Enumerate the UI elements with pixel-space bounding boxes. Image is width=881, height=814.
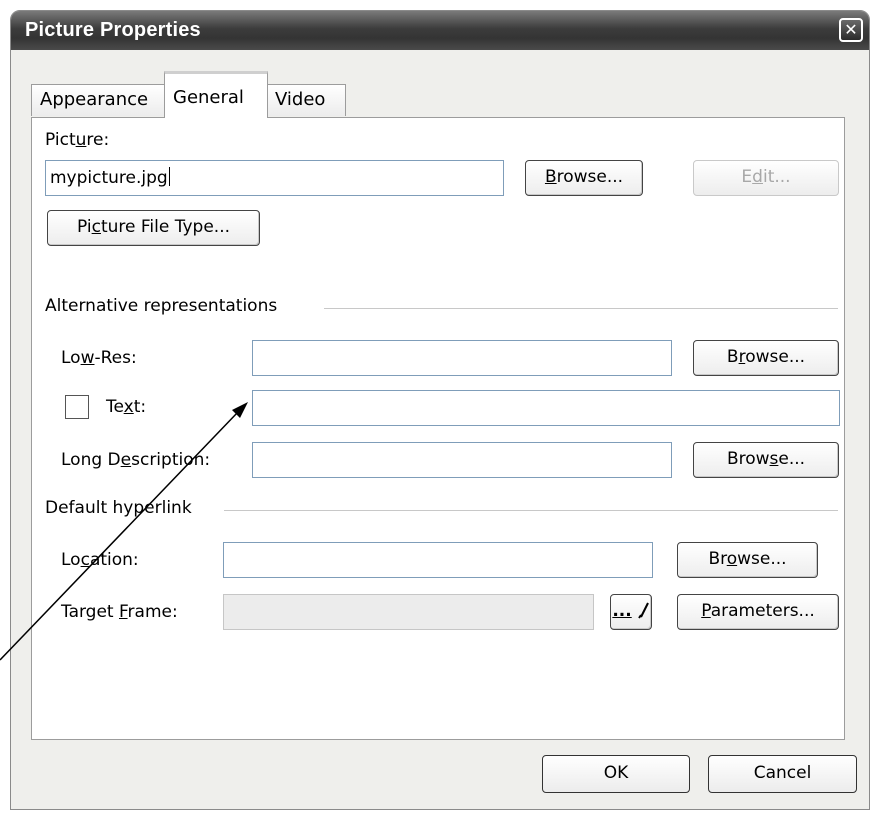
target-frame-input[interactable] [223, 594, 594, 630]
close-button[interactable]: ✕ [839, 18, 863, 42]
group-divider [324, 308, 838, 309]
location-browse-button[interactable]: Browse... [677, 542, 818, 578]
long-description-input[interactable] [252, 442, 672, 478]
close-icon: ✕ [844, 20, 858, 39]
alternative-representations-heading: Alternative representations [45, 296, 278, 316]
default-hyperlink-heading: Default hyperlink [45, 498, 192, 518]
tab-video[interactable]: Video [266, 84, 346, 116]
group-divider [224, 510, 838, 511]
picture-properties-dialog: Picture Properties ✕ Appearance General … [10, 10, 870, 810]
ellipsis-text: ... [612, 601, 632, 621]
text-label: Text: [106, 397, 147, 417]
tab-appearance[interactable]: Appearance [31, 84, 166, 116]
picture-path-value: mypicture.jpg [50, 168, 168, 188]
window-title: Picture Properties [25, 19, 201, 41]
text-caret [168, 167, 170, 186]
cancel-button[interactable]: Cancel [708, 755, 857, 793]
edit-button[interactable]: Edit... [693, 160, 839, 196]
target-frame-label: Target Frame: [61, 602, 178, 622]
text-checkbox[interactable] [65, 395, 89, 419]
ok-button[interactable]: OK [542, 755, 690, 793]
picture-browse-button[interactable]: Browse... [525, 160, 643, 196]
pencil-icon [637, 602, 649, 619]
long-description-label: Long Description: [61, 450, 211, 470]
parameters-button[interactable]: Parameters... [677, 594, 839, 630]
tab-label: General [173, 87, 244, 108]
low-res-input[interactable] [252, 340, 672, 376]
general-tab-panel: Picture: mypicture.jpg Browse... Edit...… [31, 117, 845, 740]
picture-label: Picture: [45, 130, 110, 150]
low-res-browse-button[interactable]: Browse... [693, 340, 839, 376]
location-label: Location: [61, 550, 139, 570]
tab-general[interactable]: General [164, 71, 268, 118]
target-frame-picker-button[interactable]: ... [610, 594, 652, 630]
picture-file-type-button[interactable]: Picture File Type... [47, 210, 260, 246]
picture-path-input[interactable]: mypicture.jpg [45, 160, 504, 196]
long-description-browse-button[interactable]: Browse... [693, 442, 839, 478]
title-bar: Picture Properties ✕ [11, 11, 869, 50]
location-input[interactable] [223, 542, 653, 578]
tab-label: Video [275, 89, 326, 110]
alt-text-input[interactable] [252, 390, 840, 426]
tab-label: Appearance [40, 89, 149, 110]
low-res-label: Low-Res: [61, 348, 137, 368]
